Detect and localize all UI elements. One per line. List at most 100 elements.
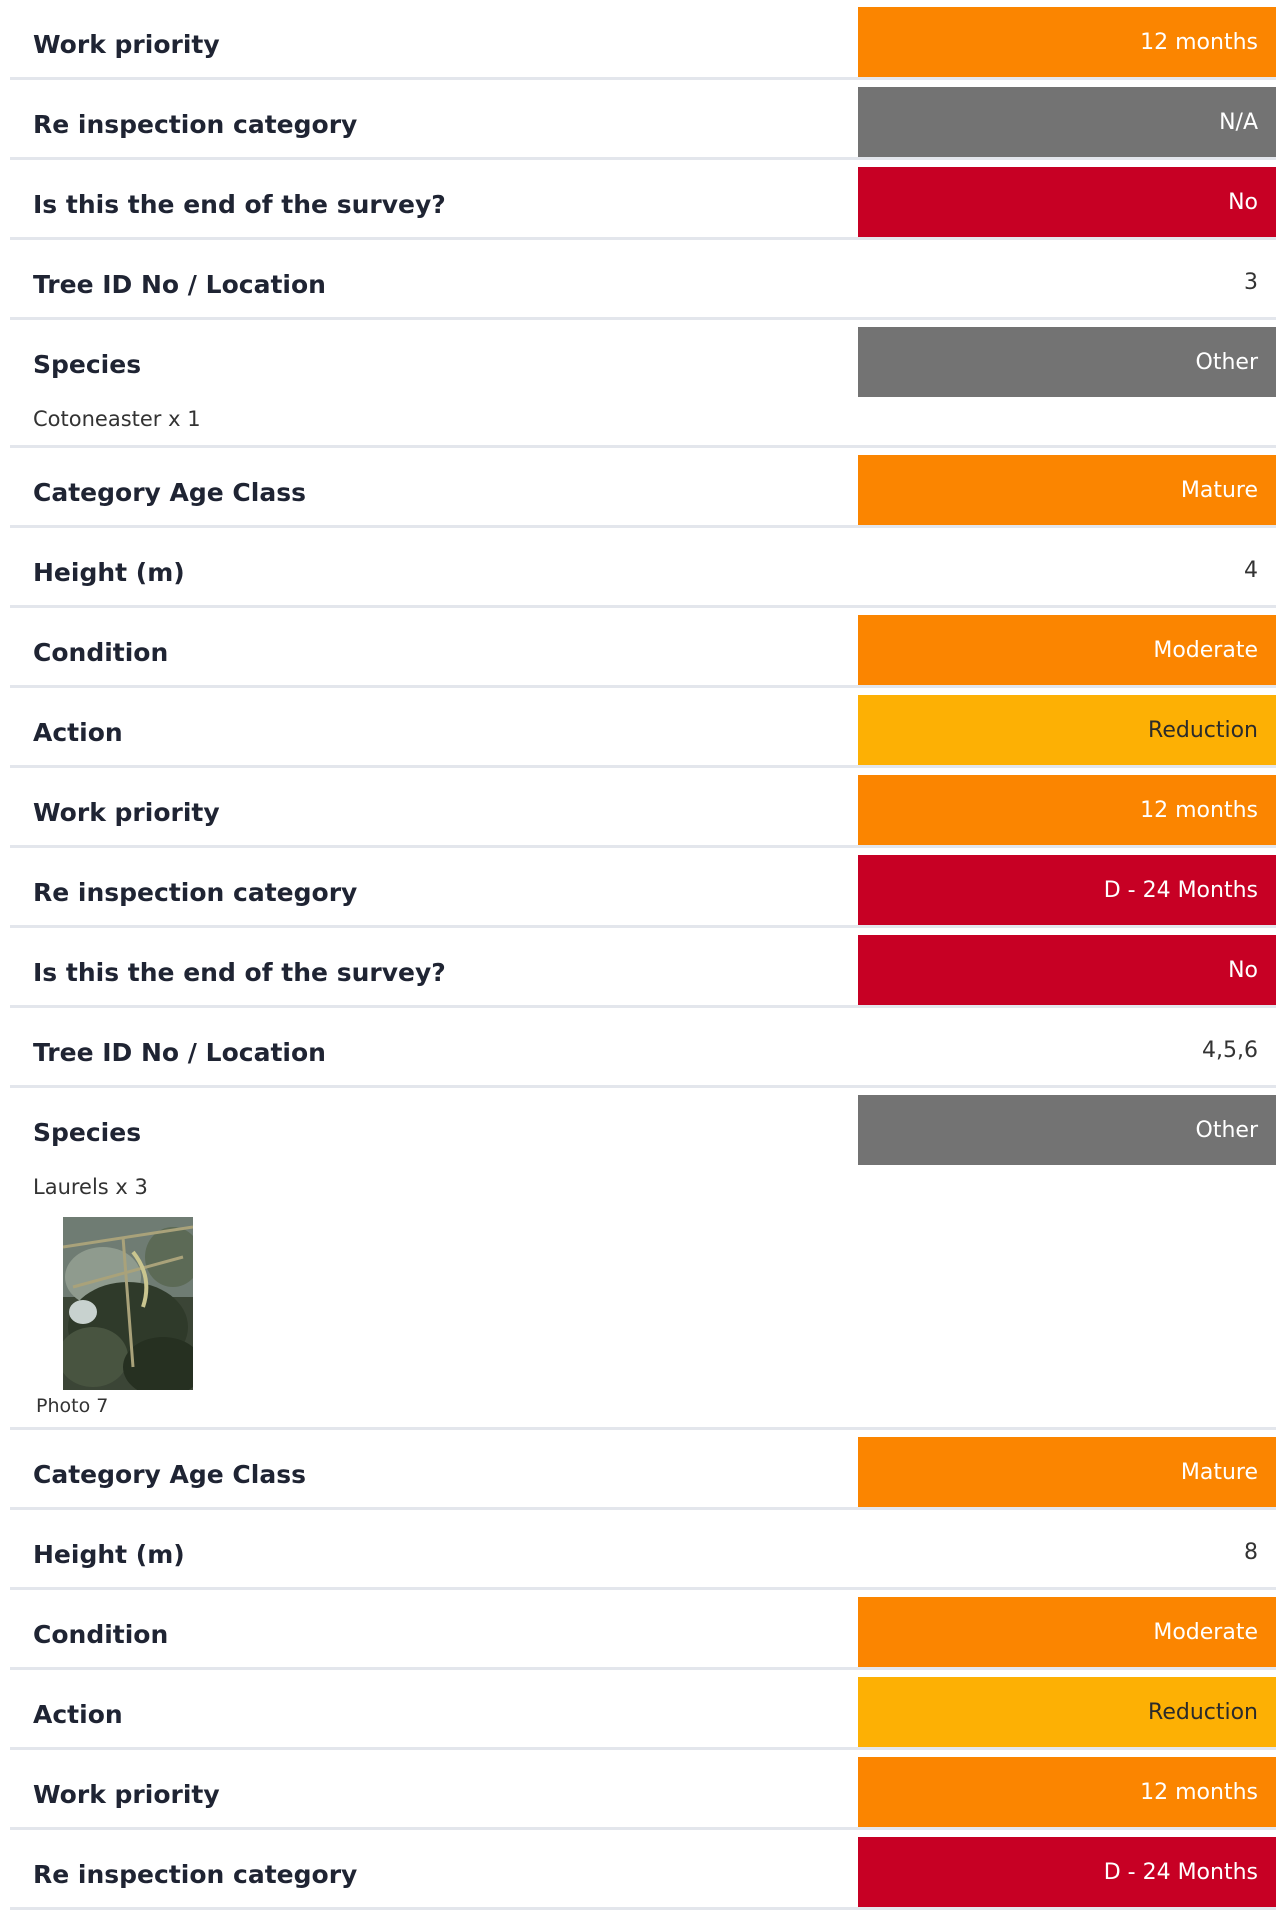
photo-caption: Photo 7: [36, 1395, 109, 1417]
field-row: Re inspection category N/A: [10, 80, 1276, 160]
field-value-text: N/A: [1219, 109, 1258, 135]
field-row: Condition Moderate: [10, 608, 1276, 688]
field-value-badge: Reduction: [858, 1677, 1276, 1747]
field-row-header: Condition Moderate: [10, 608, 1276, 685]
field-value-text: D - 24 Months: [1103, 1859, 1258, 1885]
field-label: Re inspection category: [33, 1860, 358, 1889]
field-value-badge: D - 24 Months: [858, 1837, 1276, 1907]
field-value-badge: 12 months: [858, 1757, 1276, 1827]
field-value-badge: Moderate: [858, 1597, 1276, 1667]
field-note: Cotoneaster x 1: [33, 407, 201, 431]
field-row-header: Re inspection category D - 24 Months: [10, 848, 1276, 925]
field-value: 8: [858, 1517, 1276, 1587]
field-row-header: Category Age Class Mature: [10, 1430, 1276, 1507]
field-row-header: Work priority 12 months: [10, 768, 1276, 845]
field-row: Is this the end of the survey? No: [10, 160, 1276, 240]
field-row: Species Other Laurels x 3 Photo 7: [10, 1088, 1276, 1430]
field-value-text: 12 months: [1140, 1779, 1258, 1805]
field-row-header: Tree ID No / Location 4,5,6: [10, 1008, 1276, 1085]
field-value-badge: Mature: [858, 1437, 1276, 1507]
field-value-badge: Other: [858, 327, 1276, 397]
field-value-badge: No: [858, 167, 1276, 237]
field-value-badge: N/A: [858, 87, 1276, 157]
field-value-text: Reduction: [1148, 717, 1258, 743]
field-value-badge: 12 months: [858, 775, 1276, 845]
field-note: Laurels x 3: [33, 1175, 148, 1199]
field-row-header: Species Other: [10, 1088, 1276, 1165]
field-label: Work priority: [33, 30, 220, 59]
field-row-header: Species Other: [10, 320, 1276, 397]
field-row-header: Category Age Class Mature: [10, 448, 1276, 525]
field-value-text: D - 24 Months: [1103, 877, 1258, 903]
field-value: 4,5,6: [858, 1015, 1276, 1085]
field-value-badge: Mature: [858, 455, 1276, 525]
field-label: Action: [33, 1700, 123, 1729]
field-value-text: Moderate: [1153, 1619, 1258, 1645]
field-label: Re inspection category: [33, 110, 358, 139]
field-row-header: Is this the end of the survey? No: [10, 160, 1276, 237]
field-row-header: Height (m) 4: [10, 528, 1276, 605]
field-label: Is this the end of the survey?: [33, 190, 446, 219]
field-value-text: Mature: [1180, 1459, 1258, 1485]
field-value-text: Reduction: [1148, 1699, 1258, 1725]
field-row: Category Age Class Mature: [10, 448, 1276, 528]
field-label: Species: [33, 1118, 142, 1147]
field-row: Work priority 12 months: [10, 768, 1276, 848]
field-value-badge: Moderate: [858, 615, 1276, 685]
field-value-text: 8: [1244, 1539, 1258, 1565]
field-row: Work priority 12 months: [10, 0, 1276, 80]
field-label: Category Age Class: [33, 1460, 306, 1489]
tree-foliage-photo[interactable]: [63, 1217, 193, 1390]
field-row: Category Age Class Mature: [10, 1430, 1276, 1510]
field-label: Is this the end of the survey?: [33, 958, 446, 987]
field-row: Tree ID No / Location 3: [10, 240, 1276, 320]
field-value-badge: 12 months: [858, 7, 1276, 77]
field-label: Species: [33, 350, 142, 379]
photo-attachment[interactable]: Photo 7: [36, 1217, 1276, 1417]
field-label: Work priority: [33, 1780, 220, 1809]
survey-report: Work priority 12 months Re inspection cate…: [10, 0, 1276, 1910]
field-row-header: Work priority 12 months: [10, 1750, 1276, 1827]
field-value-badge: Reduction: [858, 695, 1276, 765]
field-value-text: No: [1228, 957, 1258, 983]
field-label: Height (m): [33, 1540, 185, 1569]
field-row: Re inspection category D - 24 Months: [10, 1830, 1276, 1910]
field-label: Action: [33, 718, 123, 747]
field-label: Condition: [33, 1620, 169, 1649]
field-row: Species Other Cotoneaster x 1: [10, 320, 1276, 448]
field-value-text: No: [1228, 189, 1258, 215]
field-row: Height (m) 8: [10, 1510, 1276, 1590]
field-value-badge: D - 24 Months: [858, 855, 1276, 925]
field-value-text: 12 months: [1140, 29, 1258, 55]
field-value-text: Other: [1195, 1117, 1258, 1143]
field-value: 3: [858, 247, 1276, 317]
field-row-header: Re inspection category D - 24 Months: [10, 1830, 1276, 1907]
field-row: Work priority 12 months: [10, 1750, 1276, 1830]
field-value-text: Mature: [1180, 477, 1258, 503]
field-row: Tree ID No / Location 4,5,6: [10, 1008, 1276, 1088]
field-row: Is this the end of the survey? No: [10, 928, 1276, 1008]
field-row-header: Condition Moderate: [10, 1590, 1276, 1667]
field-label: Condition: [33, 638, 169, 667]
field-label: Height (m): [33, 558, 185, 587]
field-row-header: Is this the end of the survey? No: [10, 928, 1276, 1005]
field-value-text: 4,5,6: [1202, 1037, 1258, 1063]
field-value-text: Moderate: [1153, 637, 1258, 663]
field-row-header: Re inspection category N/A: [10, 80, 1276, 157]
field-label: Tree ID No / Location: [33, 270, 326, 299]
field-value: 4: [858, 535, 1276, 605]
field-label: Re inspection category: [33, 878, 358, 907]
field-row: Action Reduction: [10, 688, 1276, 768]
field-value-text: 12 months: [1140, 797, 1258, 823]
field-value-text: Other: [1195, 349, 1258, 375]
field-label: Work priority: [33, 798, 220, 827]
field-value-badge: No: [858, 935, 1276, 1005]
field-value-text: 3: [1244, 269, 1258, 295]
field-row-header: Action Reduction: [10, 1670, 1276, 1747]
field-row-header: Work priority 12 months: [10, 0, 1276, 77]
field-value-badge: Other: [858, 1095, 1276, 1165]
field-row-header: Tree ID No / Location 3: [10, 240, 1276, 317]
field-value-text: 4: [1244, 557, 1258, 583]
field-label: Tree ID No / Location: [33, 1038, 326, 1067]
field-row: Re inspection category D - 24 Months: [10, 848, 1276, 928]
